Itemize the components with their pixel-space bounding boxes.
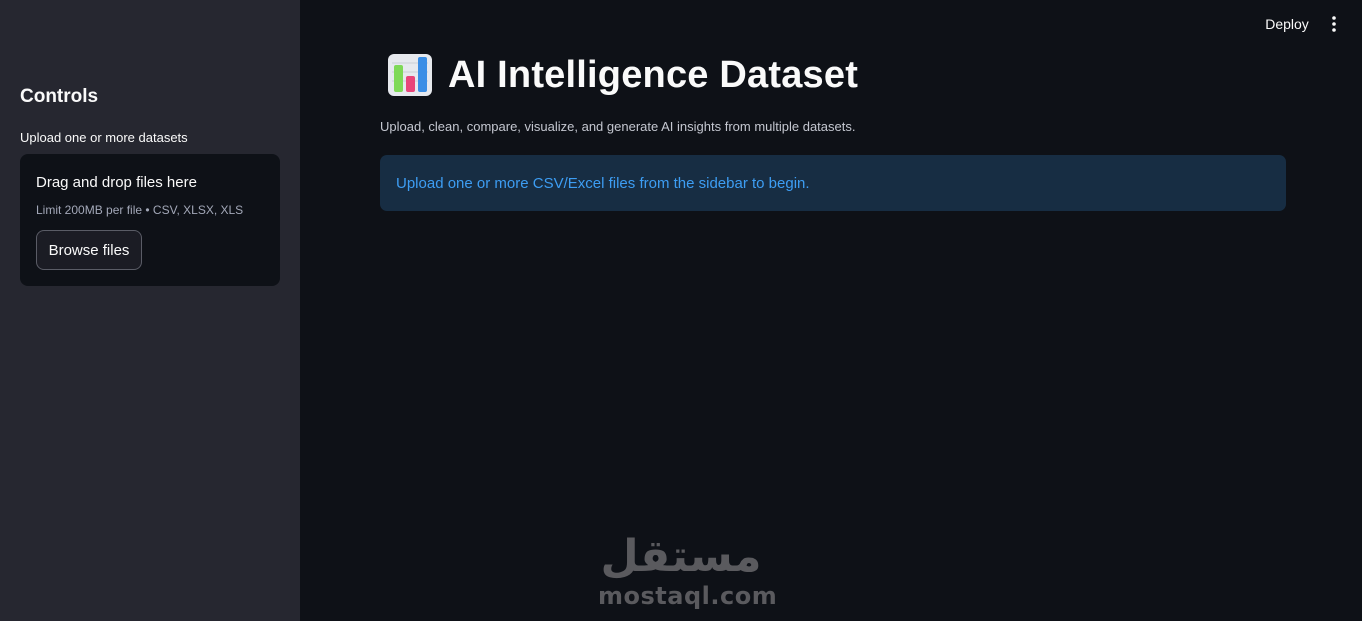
page-subtitle: Upload, clean, compare, visualize, and g… — [380, 119, 856, 134]
dropzone-instructions: Drag and drop files here — [36, 174, 197, 191]
info-alert: Upload one or more CSV/Excel files from … — [380, 155, 1286, 211]
more-vertical-icon — [1332, 16, 1336, 32]
page-title-row: AI Intelligence Dataset — [386, 50, 858, 100]
app: Controls Upload one or more datasets Dra… — [0, 0, 1362, 621]
dropzone-limit-text: Limit 200MB per file • CSV, XLSX, XLS — [36, 203, 244, 217]
file-uploader-label: Upload one or more datasets — [20, 130, 188, 145]
sidebar-heading: Controls — [20, 86, 99, 107]
info-alert-text: Upload one or more CSV/Excel files from … — [396, 174, 810, 192]
browse-files-button[interactable]: Browse files — [36, 230, 142, 270]
watermark-arabic-text: مستقل — [600, 531, 762, 582]
main-menu-button[interactable] — [1322, 12, 1346, 36]
file-dropzone[interactable]: Drag and drop files here Limit 200MB per… — [20, 154, 280, 286]
page-title: AI Intelligence Dataset — [448, 53, 859, 96]
deploy-button[interactable]: Deploy — [1258, 12, 1316, 36]
watermark-logo: مستقل mostaql.com — [598, 531, 778, 612]
sidebar: Controls Upload one or more datasets Dra… — [0, 0, 300, 621]
bar-chart-emoji-icon — [388, 54, 432, 96]
watermark-url-text: mostaql.com — [598, 582, 778, 610]
